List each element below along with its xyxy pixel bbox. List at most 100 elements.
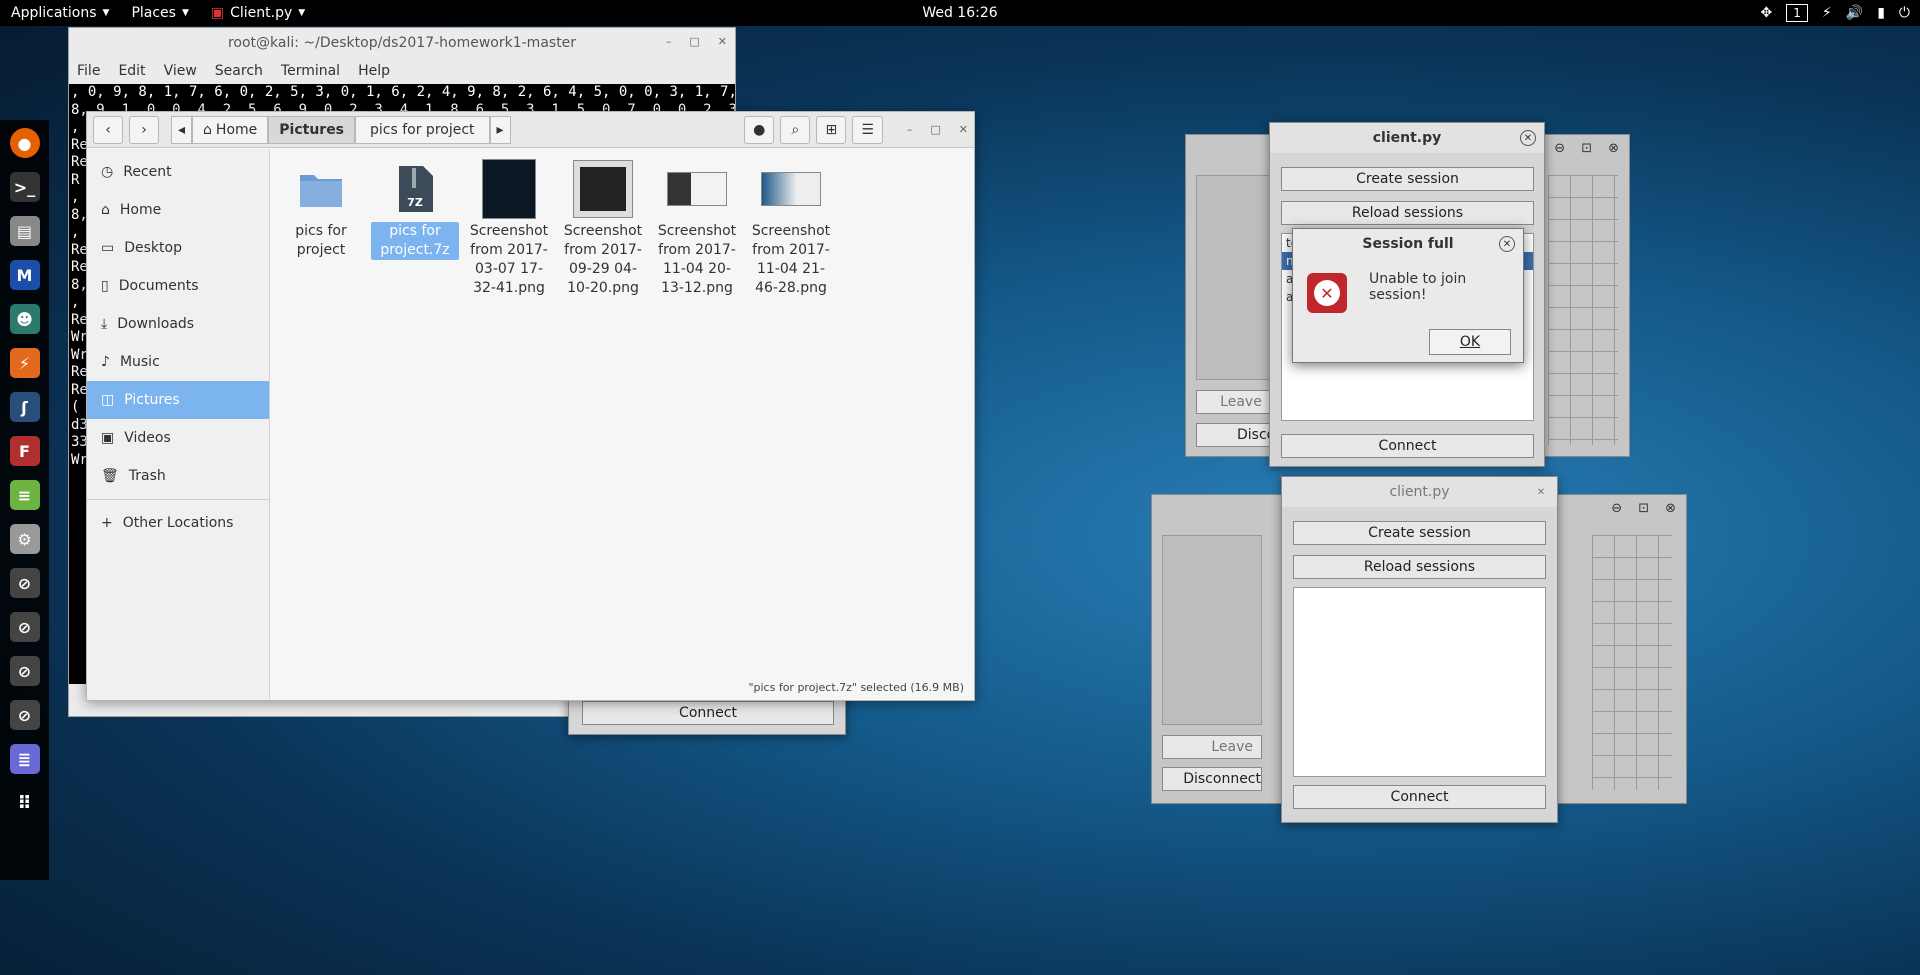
record-button[interactable]: ● [744,115,775,144]
connect-button[interactable]: Connect [1293,785,1546,809]
record-icon: ● [753,121,766,138]
dialog-titlebar[interactable]: Session full ✕ [1293,229,1523,259]
sessions-list[interactable] [1293,587,1546,777]
sidebar-item-trash[interactable]: 🗑 Trash [87,457,269,495]
create-session-button[interactable]: Create session [1293,521,1546,545]
breadcrumb: ◂ ⌂ Home Pictures pics for project ▸ [171,115,511,144]
metasploit-icon[interactable]: M [9,260,40,290]
file-item-screenshot[interactable]: Screenshot from 2017-09-29 04-10-20.png [559,158,647,298]
close-icon[interactable]: ⊗ [1608,141,1619,156]
back-button[interactable]: ‹ [93,115,123,144]
menu-edit[interactable]: Edit [118,63,145,79]
burpsuite-icon[interactable]: ⚡ [9,348,40,378]
leave-button[interactable]: Leave [1162,735,1262,759]
menu-view[interactable]: View [164,63,197,79]
maximize-icon[interactable]: □ [930,123,940,136]
clock[interactable]: Wed 16:26 [922,5,997,21]
breadcrumb-scroll-right[interactable]: ▸ [489,115,511,144]
minimize-icon[interactable]: – [907,123,913,136]
app-window-icon[interactable]: ⊘ [9,612,40,642]
text-editor-icon[interactable]: ≣ [9,744,40,774]
network-icon[interactable]: ⚡ [1822,5,1832,21]
extension-icon[interactable]: ✥ [1761,5,1773,21]
applications-menu[interactable]: Applications ▼ [0,5,120,21]
settings-icon[interactable]: ⚙ [9,524,40,554]
menu-search[interactable]: Search [215,63,263,79]
close-icon[interactable]: ✕ [1520,130,1536,146]
reload-sessions-button[interactable]: Reload sessions [1293,555,1546,579]
image-thumbnail-icon [667,158,727,220]
sidebar-item-home[interactable]: ⌂ Home [87,191,269,229]
file-item-screenshot[interactable]: Screenshot from 2017-11-04 21-46-28.png [747,158,835,298]
sidebar-item-downloads[interactable]: ⤓ Downloads [87,305,269,343]
sidebar-item-videos[interactable]: ▣ Videos [87,419,269,457]
maximize-icon[interactable]: □ [689,35,699,48]
battery-icon[interactable]: ▮ [1877,5,1885,21]
reload-sessions-button[interactable]: Reload sessions [1281,201,1534,225]
client-titlebar[interactable]: client.py ✕ [1270,123,1544,153]
volume-icon[interactable]: 🔊 [1846,5,1863,21]
menu-button[interactable]: ☰ [852,115,883,144]
file-item-screenshot[interactable]: Screenshot from 2017-11-04 20-13-12.png [653,158,741,298]
minimize-icon[interactable]: ⊖ [1611,501,1622,516]
workspace-indicator[interactable]: 1 [1786,4,1808,22]
connect-button[interactable]: Connect [1281,434,1534,458]
power-icon[interactable]: ⏻ [1899,5,1910,21]
game-grid[interactable] [1592,535,1672,790]
file-manager-window: ‹ › ◂ ⌂ Home Pictures pics for project ▸ … [86,111,975,701]
app-window-icon[interactable]: ⊘ [9,700,40,730]
sidebar-item-recent[interactable]: ◷ Recent [87,153,269,191]
create-session-button[interactable]: Create session [1281,167,1534,191]
firefox-icon[interactable]: ● [9,128,40,158]
caret-down-icon: ▼ [298,8,306,18]
game-grid[interactable] [1548,175,1618,445]
faraday-icon[interactable]: F [9,436,40,466]
client-titlebar[interactable]: client.py ✕ [1282,477,1557,507]
window-controls: – □ ✕ [907,123,968,136]
breadcrumb-scroll-left[interactable]: ◂ [171,115,193,144]
beef-icon[interactable]: ʃ [9,392,40,422]
image-thumbnail-icon [573,158,633,220]
terminal-titlebar[interactable]: root@kali: ~/Desktop/ds2017-homework1-ma… [69,28,735,58]
connect-button[interactable]: Connect [582,701,834,725]
sidebar-item-pictures[interactable]: ◫ Pictures [87,381,269,419]
maximize-icon[interactable]: ⊡ [1638,501,1649,516]
active-app-menu[interactable]: ▣ Client.py ▼ [200,5,316,21]
terminal-icon[interactable]: >_ [9,172,40,202]
minimize-icon[interactable]: – [666,35,672,48]
menu-terminal[interactable]: Terminal [281,63,340,79]
close-icon[interactable]: ✕ [718,35,727,48]
search-button[interactable]: ⌕ [780,115,811,144]
file-item-archive[interactable]: 7Z pics for project.7z [371,158,459,298]
breadcrumb-pictures[interactable]: Pictures [268,115,356,144]
minimize-icon[interactable]: ⊖ [1554,141,1565,156]
file-item-screenshot[interactable]: Screenshot from 2017-03-07 17-32-41.png [465,158,553,298]
app-window-icon[interactable]: ⊘ [9,656,40,686]
menu-help[interactable]: Help [358,63,390,79]
breadcrumb-home[interactable]: ⌂ Home [192,115,269,144]
app-window-icon[interactable]: ⊘ [9,568,40,598]
show-apps-icon[interactable]: ⠿ [10,788,40,818]
file-item-folder[interactable]: pics for project [277,158,365,298]
ok-button[interactable]: OK [1429,329,1511,355]
sidebar-item-music[interactable]: ♪ Music [87,343,269,381]
maximize-icon[interactable]: ⊡ [1581,141,1592,156]
breadcrumb-pics-for-project[interactable]: pics for project [355,115,490,144]
disconnect-button[interactable]: Disconnect [1162,767,1262,791]
sidebar-item-other-locations[interactable]: + Other Locations [87,504,269,542]
armitage-icon[interactable]: ☻ [9,304,40,334]
view-grid-button[interactable]: ⊞ [816,115,847,144]
close-icon[interactable]: ✕ [959,123,968,136]
sidebar-item-documents[interactable]: ▯ Documents [87,267,269,305]
close-icon[interactable]: ✕ [1499,236,1515,252]
files-icon[interactable]: ▤ [9,216,40,246]
close-icon[interactable]: ⊗ [1665,501,1676,516]
close-icon[interactable]: ✕ [1533,484,1549,500]
file-name: Screenshot from 2017-11-04 21-46-28.png [751,223,831,296]
leafpad-icon[interactable]: ≡ [9,480,40,510]
forward-button[interactable]: › [129,115,159,144]
menu-file[interactable]: File [77,63,100,79]
camera-icon: ◫ [101,392,115,408]
places-menu[interactable]: Places ▼ [120,5,199,21]
sidebar-item-desktop[interactable]: ▭ Desktop [87,229,269,267]
